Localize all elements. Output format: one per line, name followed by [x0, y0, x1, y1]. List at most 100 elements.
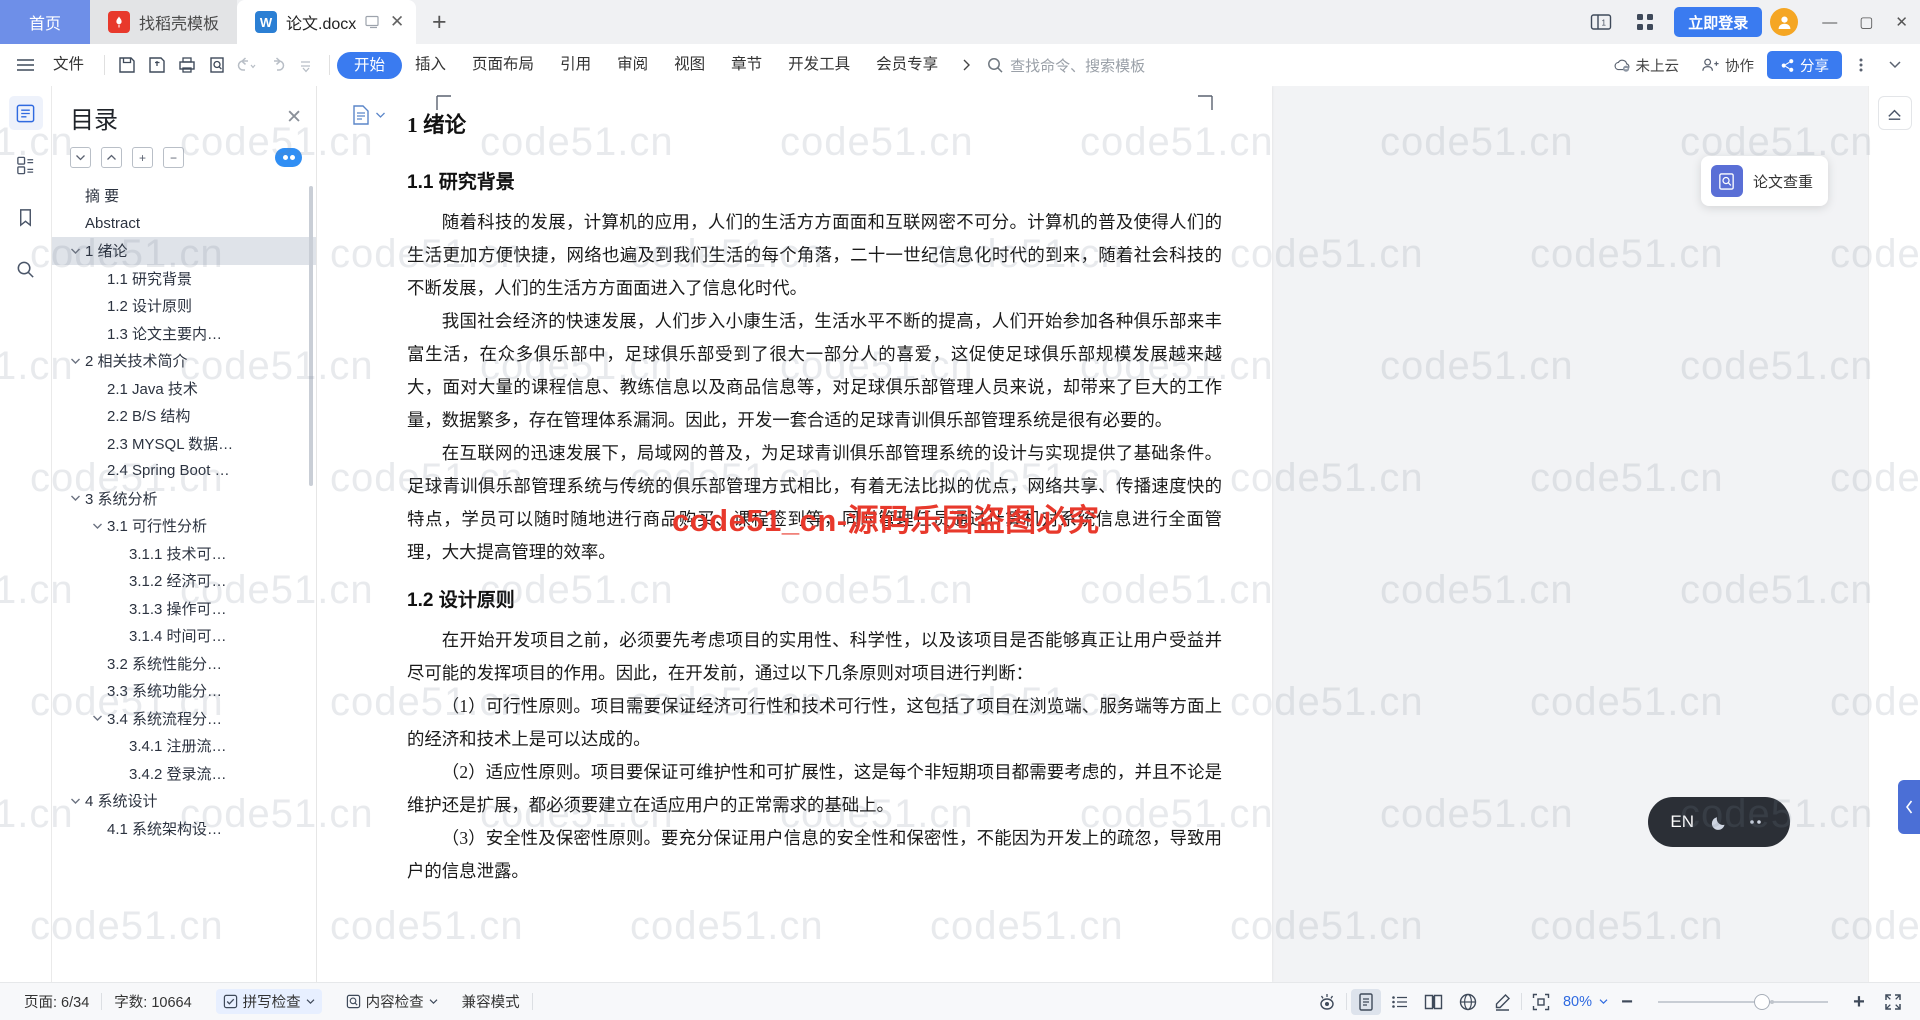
toc-item[interactable]: 1.1 研究背景 — [52, 265, 316, 293]
toc-scrollbar[interactable] — [309, 186, 313, 486]
toc-item[interactable]: 1 绪论 — [52, 237, 316, 265]
toc-item[interactable]: 3.1.1 技术可… — [52, 540, 316, 568]
fit-page-icon[interactable] — [1526, 989, 1556, 1015]
outline-view-icon[interactable] — [1385, 989, 1415, 1015]
toc-item[interactable]: 3.4 系统流程分… — [52, 705, 316, 733]
close-button[interactable]: ✕ — [1895, 13, 1908, 31]
web-view-icon[interactable] — [1453, 989, 1483, 1015]
tab-docer-template[interactable]: 找稻壳模板 — [90, 0, 238, 44]
panel-expand-handle[interactable] — [1898, 780, 1920, 834]
save-as-icon[interactable] — [142, 51, 172, 79]
toc-item[interactable]: Abstract — [52, 210, 316, 238]
chevron-down-icon[interactable] — [70, 247, 85, 255]
paper-check-card[interactable]: 论文查重 — [1700, 156, 1828, 206]
toc-next-heading-button[interactable] — [70, 147, 91, 168]
focus-mode-icon[interactable] — [1312, 989, 1342, 1015]
zoom-level-label[interactable]: 80% — [1560, 994, 1595, 1010]
tab-insert[interactable]: 插入 — [402, 51, 459, 79]
tab-member-exclusive[interactable]: 会员专享 — [863, 51, 951, 79]
toc-item[interactable]: 2.2 B/S 结构 — [52, 402, 316, 430]
highlighter-icon[interactable] — [1487, 989, 1517, 1015]
tab-close-icon[interactable]: ✕ — [390, 12, 404, 32]
toc-collapse-all-button[interactable]: − — [163, 147, 184, 168]
print-icon[interactable] — [172, 51, 202, 79]
chevron-down-icon[interactable] — [70, 357, 85, 365]
toc-eye-toggle[interactable] — [275, 148, 302, 167]
toc-expand-all-button[interactable]: + — [132, 147, 153, 168]
cloud-status[interactable]: 未上云 — [1604, 55, 1689, 76]
zoom-in-button[interactable]: + — [1844, 989, 1874, 1015]
rail-bookmark-icon[interactable] — [9, 200, 43, 234]
toc-item[interactable]: 2.1 Java 技术 — [52, 375, 316, 403]
toc-item[interactable]: 2.4 Spring Boot … — [52, 457, 316, 485]
toc-item[interactable]: 3.3 系统功能分… — [52, 677, 316, 705]
rail-search-icon[interactable] — [9, 252, 43, 286]
tab-start[interactable]: 开始 — [337, 51, 403, 79]
tab-developer-tools[interactable]: 开发工具 — [775, 51, 863, 79]
tab-review[interactable]: 审阅 — [604, 51, 661, 79]
toc-close-icon[interactable]: ✕ — [286, 106, 302, 129]
zoom-out-button[interactable]: − — [1612, 989, 1642, 1015]
document-page[interactable]: 1 绪论 1.1 研究背景 随着科技的发展，计算机的应用，人们的生活方方面面和互… — [317, 86, 1272, 982]
toc-item[interactable]: 2 相关技术简介 — [52, 347, 316, 375]
toc-prev-heading-button[interactable] — [101, 147, 122, 168]
tab-references[interactable]: 引用 — [547, 51, 604, 79]
toc-item[interactable]: 4.1 系统架构设… — [52, 815, 316, 843]
page-indicator[interactable]: 页面: 6/34 — [12, 991, 101, 1012]
toc-item[interactable]: 3.1.4 时间可… — [52, 622, 316, 650]
undo-icon[interactable] — [232, 51, 262, 79]
ribbon-overflow-icon[interactable] — [951, 51, 981, 79]
toc-item[interactable]: 2.3 MYSQL 数据… — [52, 430, 316, 458]
redo-icon[interactable] — [262, 51, 292, 79]
toc-item[interactable]: 摘 要 — [52, 182, 316, 210]
tab-document[interactable]: W 论文.docx ✕ — [237, 0, 417, 44]
rail-outline-icon[interactable] — [8, 96, 43, 130]
avatar[interactable] — [1770, 8, 1799, 36]
collapse-ribbon-icon[interactable] — [1880, 51, 1910, 79]
maximize-button[interactable]: ▢ — [1859, 13, 1873, 31]
quick-access-dropdown-icon[interactable] — [292, 51, 322, 79]
collaborate-button[interactable]: 协作 — [1692, 55, 1763, 76]
rail-thumbnail-icon[interactable] — [9, 148, 43, 182]
document-content[interactable]: 1 绪论 1.1 研究背景 随着科技的发展，计算机的应用，人们的生活方方面面和互… — [407, 104, 1222, 888]
content-check-toggle[interactable]: 内容检查 — [334, 991, 450, 1012]
file-menu[interactable]: 文件 — [40, 51, 97, 79]
split-view-icon[interactable]: 1 — [1586, 9, 1616, 35]
menu-icon[interactable] — [10, 51, 40, 79]
toc-item[interactable]: 3.1 可行性分析 — [52, 512, 316, 540]
tab-home[interactable]: 首页 — [0, 0, 90, 44]
toc-item[interactable]: 3.1.3 操作可… — [52, 595, 316, 623]
login-button[interactable]: 立即登录 — [1674, 7, 1763, 37]
toc-item[interactable]: 3.2 系统性能分… — [52, 650, 316, 678]
toc-item[interactable]: 3.1.2 经济可… — [52, 567, 316, 595]
print-preview-icon[interactable] — [202, 51, 232, 79]
new-tab-button[interactable]: + — [416, 0, 462, 44]
toc-item[interactable]: 3 系统分析 — [52, 485, 316, 513]
chevron-down-icon[interactable] — [92, 522, 107, 530]
tab-display-mode-icon[interactable] — [365, 15, 382, 30]
tab-page-layout[interactable]: 页面布局 — [459, 51, 547, 79]
tab-view[interactable]: 视图 — [661, 51, 718, 79]
minimize-button[interactable]: — — [1822, 14, 1837, 31]
save-icon[interactable] — [112, 51, 142, 79]
toc-item[interactable]: 1.2 设计原则 — [52, 292, 316, 320]
chevron-down-icon[interactable] — [70, 797, 85, 805]
rail-collapse-icon[interactable] — [1877, 96, 1912, 130]
zoom-slider-knob[interactable] — [1754, 993, 1770, 1010]
toc-item[interactable]: 3.4.2 登录流… — [52, 760, 316, 788]
doc-format-badge[interactable] — [351, 104, 386, 126]
more-options-icon[interactable] — [1846, 51, 1876, 79]
spellcheck-toggle[interactable]: 拼写检查 — [204, 989, 334, 1014]
grid-apps-icon[interactable] — [1630, 9, 1660, 35]
tab-chapters[interactable]: 章节 — [718, 51, 775, 79]
toc-item[interactable]: 4 系统设计 — [52, 787, 316, 815]
search-input[interactable]: 查找命令、搜索模板 — [987, 55, 1145, 76]
toc-item[interactable]: 3.4.1 注册流… — [52, 732, 316, 760]
chevron-down-icon[interactable] — [92, 714, 107, 722]
page-layout-view-icon[interactable] — [1350, 988, 1381, 1015]
chevron-down-icon[interactable] — [1599, 998, 1608, 1005]
word-count[interactable]: 字数: 10664 — [102, 991, 203, 1012]
fullscreen-icon[interactable] — [1878, 989, 1908, 1015]
reading-view-icon[interactable] — [1419, 989, 1449, 1015]
toc-item[interactable]: 1.3 论文主要内… — [52, 320, 316, 348]
